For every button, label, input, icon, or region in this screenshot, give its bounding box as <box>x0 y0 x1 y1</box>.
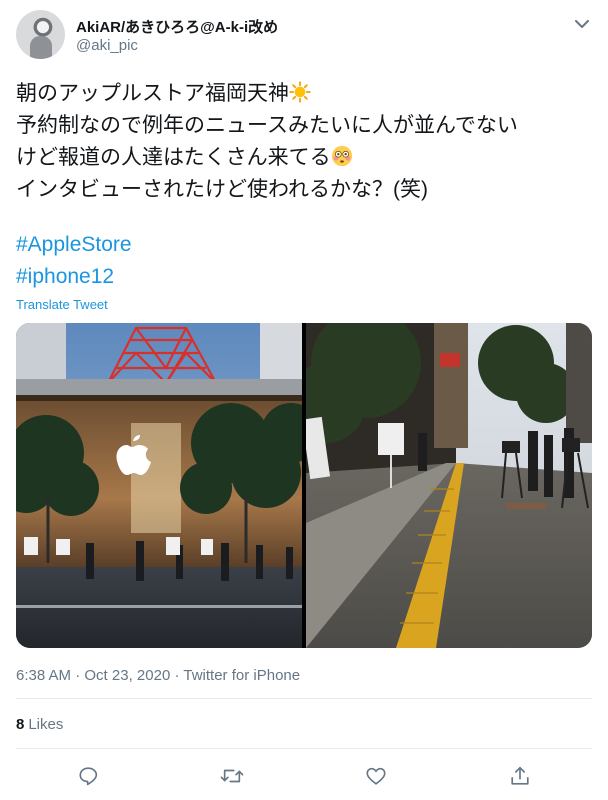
meta-separator: · <box>75 667 81 684</box>
tweet-line: インタビューされたけど使われるかな？(笑) <box>16 178 428 201</box>
translate-tweet-link[interactable]: Translate Tweet <box>16 297 108 312</box>
tweet-line-text: けど報道の人達はたくさん来てる <box>16 146 331 169</box>
tweet-meta: 6:38 AM · Oct 23, 2020 · Twitter for iPh… <box>16 667 300 684</box>
tweet-line: けど報道の人達はたくさん来てる <box>16 142 596 174</box>
likes-count: 8 <box>16 716 25 733</box>
tweet-date[interactable]: Oct 23, 2020 <box>84 667 170 684</box>
chevron-down-icon[interactable] <box>572 14 592 34</box>
share-icon[interactable] <box>506 762 534 790</box>
photo-grid <box>16 323 592 648</box>
tweet-line: 予約制なので例年のニュースみたいに人が並んでない <box>16 114 518 137</box>
likes-label: Likes <box>28 716 64 733</box>
hashtag-link[interactable]: #AppleStore <box>16 229 132 261</box>
tweet-time[interactable]: 6:38 AM <box>16 667 71 684</box>
retweet-icon[interactable] <box>218 762 246 790</box>
tweet-text: 朝のアップルストア福岡天神 予約制なので例年のニュースみたいに人が並んでない け… <box>16 78 596 206</box>
tweet-line-text: 朝のアップルストア福岡天神 <box>16 82 289 105</box>
likes-stat[interactable]: 8 Likes <box>16 716 63 733</box>
reply-icon[interactable] <box>75 762 103 790</box>
divider <box>16 748 592 749</box>
apple-store-photo[interactable] <box>16 323 302 648</box>
avatar[interactable] <box>16 10 65 59</box>
author-handle[interactable]: @aki_pic <box>76 37 138 54</box>
avatar-figure <box>30 36 52 59</box>
street-sidewalk-photo[interactable] <box>306 323 592 648</box>
tweet-actions <box>0 762 608 790</box>
flushed-face-emoji-icon <box>331 145 352 167</box>
author-display-name[interactable]: AkiAR/あきひろろ@A-k-i改め <box>76 16 278 37</box>
sun-emoji-icon <box>289 81 311 103</box>
hashtag-link[interactable]: #iphone12 <box>16 261 114 293</box>
divider <box>16 698 592 699</box>
tweet-source[interactable]: Twitter for iPhone <box>183 667 300 684</box>
tweet-line: 朝のアップルストア福岡天神 <box>16 78 596 110</box>
meta-separator: · <box>174 667 180 684</box>
like-icon[interactable] <box>362 762 390 790</box>
